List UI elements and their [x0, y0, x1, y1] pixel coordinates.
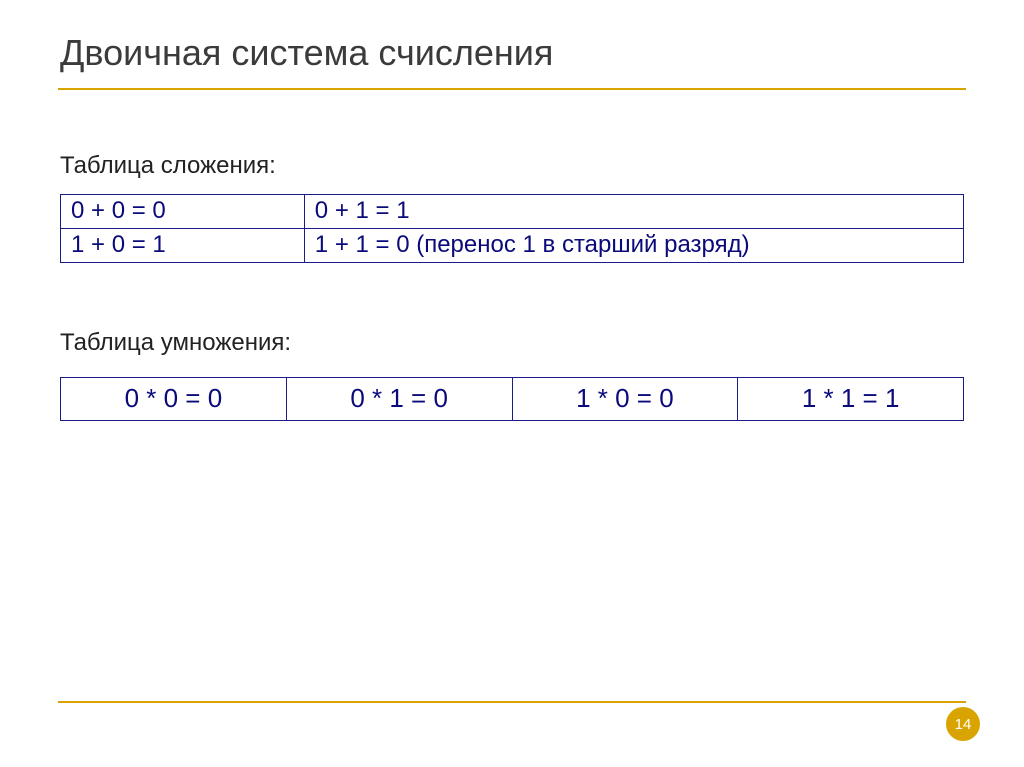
- title-block: Двоичная система счисления: [60, 32, 964, 90]
- addition-cell: 0 + 1 = 1: [304, 195, 963, 229]
- multiplication-cell: 1 * 1 = 1: [738, 378, 964, 421]
- multiplication-cell: 0 * 1 = 0: [286, 378, 512, 421]
- addition-label: Таблица сложения:: [60, 152, 964, 180]
- table-row: 0 * 0 = 0 0 * 1 = 0 1 * 0 = 0 1 * 1 = 1: [61, 378, 964, 421]
- table-row: 1 + 0 = 1 1 + 1 = 0 (перенос 1 в старший…: [61, 229, 964, 263]
- page-number-badge: 14: [946, 707, 980, 741]
- page-number: 14: [955, 716, 972, 733]
- multiplication-table: 0 * 0 = 0 0 * 1 = 0 1 * 0 = 0 1 * 1 = 1: [60, 377, 964, 421]
- multiplication-cell: 0 * 0 = 0: [61, 378, 287, 421]
- addition-table: 0 + 0 = 0 0 + 1 = 1 1 + 0 = 1 1 + 1 = 0 …: [60, 194, 964, 263]
- page-title: Двоичная система счисления: [60, 32, 964, 88]
- multiplication-label: Таблица умножения:: [60, 329, 964, 357]
- table-row: 0 + 0 = 0 0 + 1 = 1: [61, 195, 964, 229]
- addition-cell: 1 + 0 = 1: [61, 229, 305, 263]
- title-underline: [58, 88, 966, 90]
- addition-cell: 1 + 1 = 0 (перенос 1 в старший разряд): [304, 229, 963, 263]
- footer-rule: [58, 701, 966, 703]
- slide: Двоичная система счисления Таблица сложе…: [0, 0, 1024, 767]
- multiplication-cell: 1 * 0 = 0: [512, 378, 738, 421]
- addition-cell: 0 + 0 = 0: [61, 195, 305, 229]
